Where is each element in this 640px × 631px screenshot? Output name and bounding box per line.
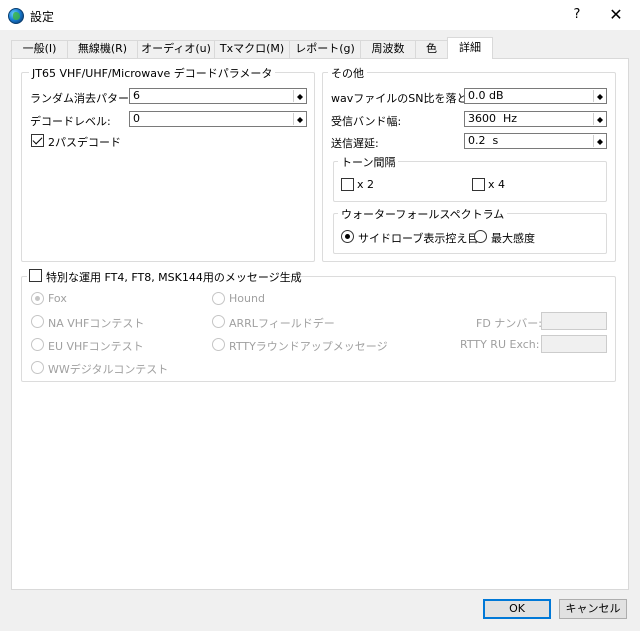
fox-label: Fox: [48, 292, 67, 305]
sidelobe-radio[interactable]: [341, 230, 354, 243]
decode-level-value: 0: [133, 112, 140, 125]
spin-arrows-icon[interactable]: [293, 113, 305, 125]
tab-general[interactable]: 一般(I): [11, 40, 68, 58]
wav-snr-label: wavファイルのSN比を落とす:: [331, 92, 482, 105]
fd-number-input[interactable]: [541, 312, 607, 330]
rtty-exch-label: RTTY RU Exch:: [460, 338, 540, 351]
decode-level-label: デコードレベル:: [30, 115, 111, 128]
rtty-roundup-label: RTTYラウンドアップメッセージ: [229, 340, 388, 353]
hound-label: Hound: [229, 292, 265, 305]
tx-delay-spinbox[interactable]: 0.2 s: [464, 133, 607, 149]
random-erasure-value: 6: [133, 89, 140, 102]
eu-vhf-radio[interactable]: [31, 338, 44, 351]
help-button[interactable]: ?: [566, 4, 588, 26]
max-sensitivity-radio[interactable]: [474, 230, 487, 243]
spin-arrows-icon[interactable]: [593, 135, 605, 147]
fox-radio[interactable]: [31, 292, 44, 305]
arrl-fd-radio[interactable]: [212, 315, 225, 328]
tone-x4-label: x 4: [488, 178, 506, 191]
tx-delay-value: 0.2 s: [468, 134, 499, 147]
eu-vhf-label: EU VHFコンテスト: [48, 340, 144, 353]
rx-bandwidth-label: 受信バンド幅:: [331, 115, 402, 128]
fd-number-label: FD ナンバー:: [476, 317, 542, 330]
na-vhf-radio[interactable]: [31, 315, 44, 328]
ww-digi-label: WWデジタルコンテスト: [48, 363, 169, 376]
tone-x2-label: x 2: [357, 178, 375, 191]
rx-bandwidth-spinbox[interactable]: 3600 Hz: [464, 111, 607, 127]
max-sensitivity-label: 最大感度: [491, 232, 535, 245]
tab-colors[interactable]: 色: [415, 40, 448, 58]
globe-icon: [8, 8, 24, 24]
close-button[interactable]: ✕: [602, 4, 630, 26]
waterfall-title: ウォーターフォールスペクトラム: [338, 206, 508, 222]
arrl-fd-label: ARRLフィールドデー: [229, 317, 335, 330]
spin-arrows-icon[interactable]: [593, 90, 605, 102]
window-title: 設定: [30, 10, 55, 24]
spin-arrows-icon[interactable]: [293, 90, 305, 102]
random-erasure-spinbox[interactable]: 6: [129, 88, 307, 104]
tone-spacing-title: トーン間隔: [338, 154, 399, 170]
misc-group-title: その他: [328, 65, 367, 81]
tab-advanced[interactable]: 詳細: [447, 37, 493, 59]
two-pass-checkbox[interactable]: [31, 134, 44, 147]
tab-tx-macros[interactable]: Txマクロ(M): [214, 40, 290, 58]
special-operation-checkbox[interactable]: [29, 269, 42, 282]
special-operation-label: 特別な運用 FT4, FT8, MSK144用のメッセージ生成: [46, 271, 302, 284]
decode-level-spinbox[interactable]: 0: [129, 111, 307, 127]
two-pass-label: 2パスデコード: [48, 136, 121, 149]
tab-audio[interactable]: オーディオ(u): [137, 40, 215, 58]
random-erasure-label: ランダム消去パターン:: [30, 92, 144, 105]
jt65-group-title: JT65 VHF/UHF/Microwave デコードパラメータ: [29, 65, 276, 81]
tone-x4-checkbox[interactable]: [472, 178, 485, 191]
cancel-button[interactable]: キャンセル: [559, 599, 627, 619]
tone-x2-checkbox[interactable]: [341, 178, 354, 191]
spin-arrows-icon[interactable]: [593, 113, 605, 125]
title-bar: [0, 0, 640, 30]
ok-button[interactable]: OK: [483, 599, 551, 619]
rtty-roundup-radio[interactable]: [212, 338, 225, 351]
na-vhf-label: NA VHFコンテスト: [48, 317, 145, 330]
tab-radio[interactable]: 無線機(R): [67, 40, 138, 58]
tx-delay-label: 送信遅延:: [331, 137, 379, 150]
tab-frequencies[interactable]: 周波数: [360, 40, 416, 58]
sidelobe-label: サイドローブ表示控え目: [358, 232, 479, 245]
wav-snr-value: 0.0 dB: [468, 89, 504, 102]
rtty-exch-input[interactable]: [541, 335, 607, 353]
rx-bandwidth-value: 3600 Hz: [468, 112, 518, 125]
wav-snr-spinbox[interactable]: 0.0 dB: [464, 88, 607, 104]
hound-radio[interactable]: [212, 292, 225, 305]
ww-digi-radio[interactable]: [31, 361, 44, 374]
tab-reporting[interactable]: レポート(g): [289, 40, 361, 58]
